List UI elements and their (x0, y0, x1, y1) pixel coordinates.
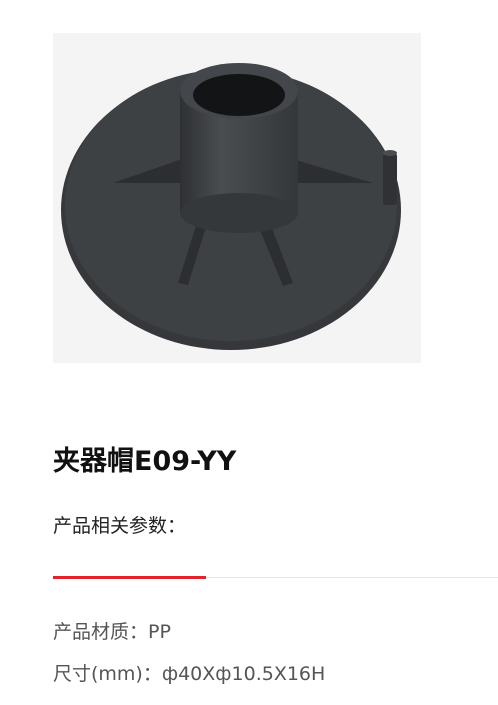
tube-base (180, 193, 298, 233)
clamp-cap-illustration (61, 63, 401, 350)
product-title: 夹器帽E09-YY (53, 446, 237, 477)
spec-size: 尺寸(mm)：ф40Xф10.5X16H (53, 663, 326, 685)
product-image (53, 33, 421, 363)
spec-material: 产品材质：PP (53, 621, 171, 643)
peg (383, 153, 397, 205)
peg-top (383, 150, 397, 156)
params-heading: 产品相关参数： (53, 515, 187, 537)
divider-accent (53, 576, 206, 579)
tube-hole (193, 74, 285, 116)
product-page: 夹器帽E09-YY 产品相关参数： 产品材质：PP 尺寸(mm)：ф40Xф10… (0, 0, 498, 705)
